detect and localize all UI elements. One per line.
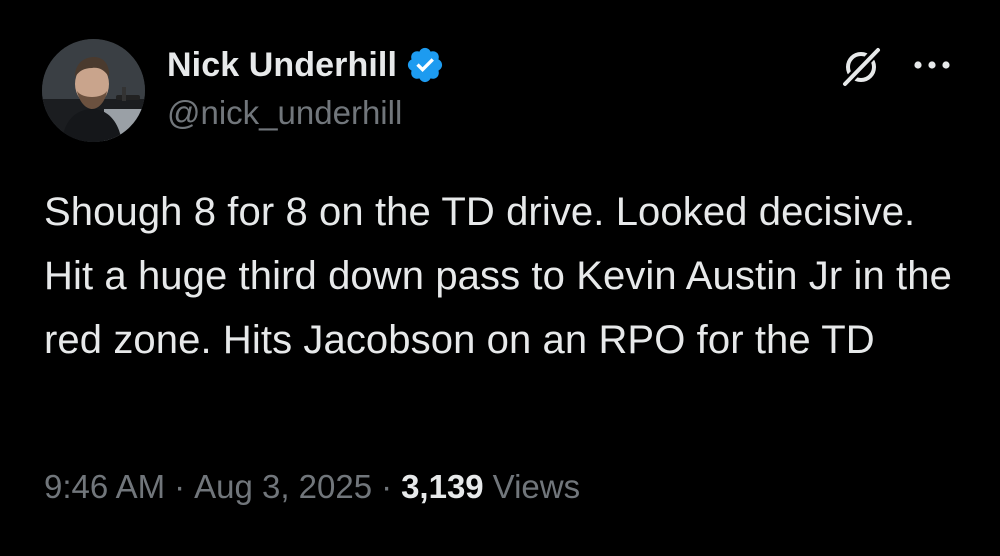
- tweet-date[interactable]: Aug 3, 2025: [194, 468, 372, 506]
- avatar[interactable]: [42, 39, 145, 142]
- views-label: Views: [492, 468, 581, 505]
- grok-icon[interactable]: [840, 46, 882, 88]
- author-name-row: Nick Underhill: [167, 42, 445, 88]
- tweet-card: Nick Underhill @nick_underhill Shough 8 …: [0, 0, 1000, 556]
- views-count[interactable]: 3,139: [401, 468, 484, 506]
- more-options-icon[interactable]: [910, 50, 954, 80]
- author-handle[interactable]: @nick_underhill: [167, 94, 402, 132]
- meta-separator: ·: [381, 468, 393, 505]
- author-display-name[interactable]: Nick Underhill: [167, 46, 397, 85]
- tweet-time[interactable]: 9:46 AM: [44, 468, 165, 506]
- tweet-text: Shough 8 for 8 on the TD drive. Looked d…: [44, 190, 952, 362]
- meta-separator: ·: [174, 468, 186, 505]
- avatar-image: [42, 39, 145, 142]
- tweet-meta: 9:46 AM · Aug 3, 2025 · 3,139 Views: [44, 468, 580, 506]
- verified-badge-icon[interactable]: [405, 45, 445, 85]
